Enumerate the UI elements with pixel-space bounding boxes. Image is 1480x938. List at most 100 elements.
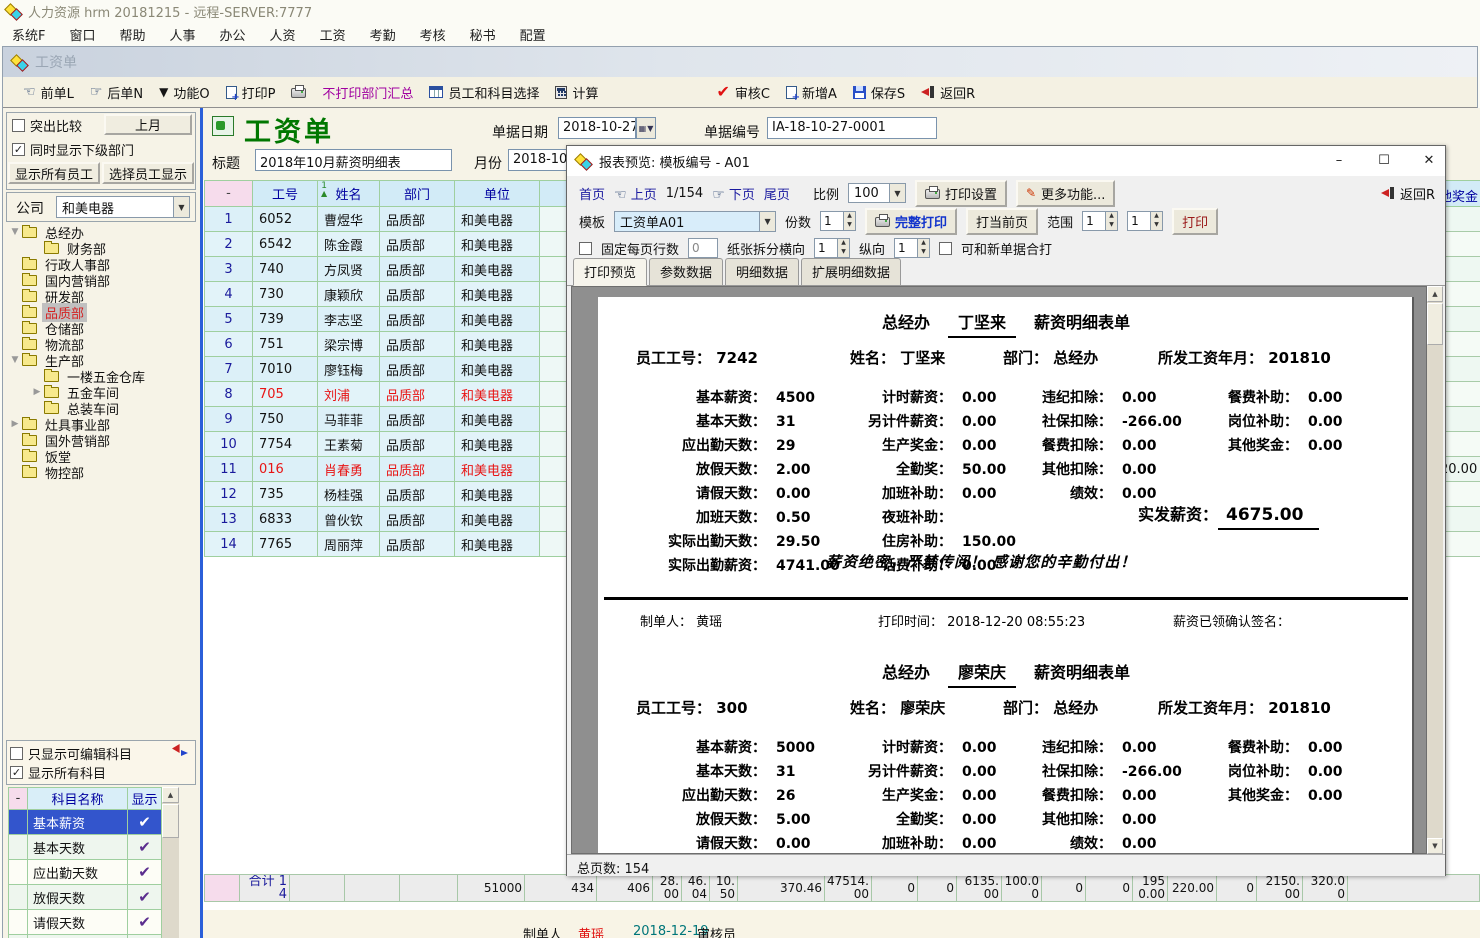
menu-item-2[interactable]: 窗口 xyxy=(57,23,107,46)
printer-quick-button[interactable] xyxy=(291,86,306,98)
menu-item-9[interactable]: 考核 xyxy=(408,23,458,46)
subject-header-name[interactable]: 科目名称 xyxy=(28,787,128,810)
subject-header-show[interactable]: 显示 xyxy=(128,787,162,810)
grid-header-name[interactable]: 1▲姓名 xyxy=(318,180,380,207)
close-icon[interactable]: ✕ xyxy=(1409,146,1449,175)
dialog-titlebar[interactable]: 报表预览: 模板编号 - A01 xyxy=(567,146,1445,176)
scale-combobox[interactable]: 100▼ xyxy=(848,183,906,203)
template-combobox[interactable]: 工资单A01▼ xyxy=(614,211,776,232)
spinner-arrows-icon[interactable]: ▲▼ xyxy=(837,239,849,257)
add-button[interactable]: 新增A xyxy=(786,83,837,102)
menu-item-6[interactable]: 人资 xyxy=(258,23,308,46)
calculate-button[interactable]: 计算 xyxy=(555,83,598,102)
dialog-back-button[interactable]: 返回R xyxy=(1381,184,1435,203)
subject-scrollbar[interactable]: ▲ xyxy=(162,787,179,938)
company-combobox[interactable]: 和美电器 ▼ xyxy=(56,196,190,218)
tree-item-6[interactable]: 品质部 xyxy=(6,304,196,320)
tree-item-15[interactable]: 饭堂 xyxy=(6,448,196,464)
range-from-stepper[interactable]: 1▲▼ xyxy=(1082,211,1118,231)
next-page-button[interactable]: ☞ 下页 xyxy=(712,184,755,203)
functions-button[interactable]: ▼功能O xyxy=(159,83,209,102)
split-v-stepper[interactable]: 1▲▼ xyxy=(894,238,930,258)
doc-no-input[interactable]: IA-18-10-27-0001 xyxy=(767,117,937,139)
subject-check-icon[interactable]: ✔ xyxy=(128,860,162,885)
save-button[interactable]: 保存S xyxy=(853,83,905,102)
subject-check-icon[interactable]: ✔ xyxy=(128,835,162,860)
last-page-button[interactable]: 尾页 xyxy=(764,184,790,203)
subject-row-3[interactable]: 应出勤天数✔ xyxy=(8,860,162,885)
highlight-compare-checkbox[interactable] xyxy=(12,119,25,132)
tree-expand-icon[interactable]: ▶ xyxy=(8,419,22,429)
show-all-subjects-checkbox[interactable]: ✓ xyxy=(10,766,23,779)
no-dept-summary-button[interactable]: 不打印部门汇总 xyxy=(322,83,413,102)
prev-page-button[interactable]: ☜ 上页 xyxy=(614,184,657,203)
preview-scroll-thumb[interactable] xyxy=(1427,303,1443,345)
subject-row-2[interactable]: 基本天数✔ xyxy=(8,835,162,860)
print-button[interactable]: 打印P xyxy=(226,83,276,102)
show-sub-depts-checkbox[interactable]: ✓ xyxy=(12,143,25,156)
print-button[interactable]: 打印 xyxy=(1172,208,1218,235)
spinner-arrows-icon[interactable]: ▲▼ xyxy=(843,212,855,230)
show-all-employees-button[interactable]: 显示所有员工 xyxy=(8,162,100,184)
subject-check-icon[interactable]: ✔ xyxy=(128,885,162,910)
last-month-button[interactable]: 上月 xyxy=(104,114,192,135)
grid-header-unit[interactable]: 单位 xyxy=(455,180,540,207)
subject-row-1[interactable]: 基本薪资✔ xyxy=(8,810,162,835)
scroll-down-icon[interactable]: ▼ xyxy=(1427,838,1443,854)
select-employees-button[interactable]: 选择员工显示 xyxy=(102,162,194,184)
caption-input[interactable]: 2018年10月薪资明细表 xyxy=(255,149,452,171)
print-setup-button[interactable]: 打印设置 xyxy=(915,180,1007,207)
fixed-rows-checkbox[interactable] xyxy=(579,242,592,255)
copies-stepper[interactable]: 1▲▼ xyxy=(820,211,856,231)
tree-collapse-icon[interactable]: ▼ xyxy=(8,355,22,365)
menu-item-1[interactable]: 系统F xyxy=(0,23,57,46)
calendar-dropdown-icon[interactable]: ▦▼ xyxy=(636,117,656,139)
preview-scrollbar[interactable]: ▲ ▼ xyxy=(1427,286,1443,854)
tree-collapse-icon[interactable]: ▼ xyxy=(8,227,22,237)
grid-header-dept[interactable]: 部门 xyxy=(380,180,455,207)
scroll-up-icon[interactable]: ▲ xyxy=(162,787,179,803)
swap-columns-icon[interactable] xyxy=(172,744,188,756)
split-h-stepper[interactable]: 1▲▼ xyxy=(814,238,850,258)
tree-item-16[interactable]: 物控部 xyxy=(6,464,196,480)
spinner-arrows-icon[interactable]: ▲▼ xyxy=(917,239,929,257)
menu-item-8[interactable]: 考勤 xyxy=(358,23,408,46)
menu-item-11[interactable]: 配置 xyxy=(508,23,558,46)
tree-item-4[interactable]: 国内营销部 xyxy=(6,272,196,288)
tree-item-5[interactable]: 研发部 xyxy=(6,288,196,304)
back-button[interactable]: 返回R xyxy=(921,83,975,102)
tab-extended-detail-data[interactable]: 扩展明细数据 xyxy=(801,258,901,285)
tab-param-data[interactable]: 参数数据 xyxy=(649,258,723,285)
tree-expand-icon[interactable]: ▶ xyxy=(30,387,44,397)
only-editable-checkbox[interactable] xyxy=(10,747,23,760)
maximize-icon[interactable]: ☐ xyxy=(1364,146,1404,175)
subject-row-4[interactable]: 放假天数✔ xyxy=(8,885,162,910)
tree-item-14[interactable]: 国外营销部 xyxy=(6,432,196,448)
merge-print-checkbox[interactable] xyxy=(939,242,952,255)
audit-button[interactable]: ✔审核C xyxy=(716,83,769,102)
range-to-stepper[interactable]: 1▲▼ xyxy=(1127,211,1163,231)
grid-header-id[interactable]: 工号 xyxy=(253,180,318,207)
subject-row-5[interactable]: 请假天数✔ xyxy=(8,910,162,935)
tree-item-7[interactable]: 仓储部 xyxy=(6,320,196,336)
tab-print-preview[interactable]: 打印预览 xyxy=(573,258,647,286)
tab-detail-data[interactable]: 明细数据 xyxy=(725,258,799,285)
print-current-page-button[interactable]: 打当前页 xyxy=(966,208,1038,235)
minimize-icon[interactable]: – xyxy=(1319,146,1359,175)
tree-item-8[interactable]: 物流部 xyxy=(6,336,196,352)
fixed-rows-input[interactable]: 0 xyxy=(688,238,718,258)
doc-date-input[interactable]: 2018-10-27 xyxy=(558,117,636,139)
full-print-button[interactable]: 完整打印 xyxy=(865,208,957,235)
menu-item-3[interactable]: 帮助 xyxy=(108,23,158,46)
subject-check-icon[interactable]: ✔ xyxy=(128,910,162,935)
spinner-arrows-icon[interactable]: ▲▼ xyxy=(1150,212,1162,230)
prev-doc-button[interactable]: ☜前单L xyxy=(23,83,74,102)
first-page-button[interactable]: 首页 xyxy=(579,184,605,203)
more-functions-button[interactable]: ✎更多功能... xyxy=(1016,180,1115,207)
subject-scroll-thumb[interactable] xyxy=(162,804,179,838)
employee-subject-select-button[interactable]: 员工和科目选择 xyxy=(429,83,539,102)
spinner-arrows-icon[interactable]: ▲▼ xyxy=(1105,212,1117,230)
scroll-up-icon[interactable]: ▲ xyxy=(1427,286,1443,302)
menu-item-5[interactable]: 办公 xyxy=(208,23,258,46)
menu-item-7[interactable]: 工资 xyxy=(308,23,358,46)
